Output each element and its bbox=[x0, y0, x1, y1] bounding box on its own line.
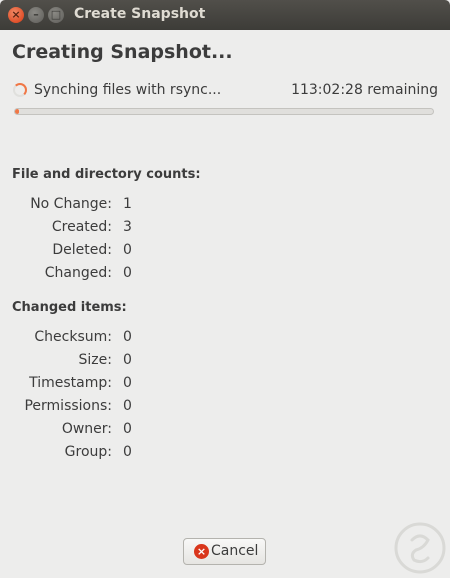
changed-row: Group: 0 bbox=[0, 444, 200, 464]
window-maximize-button[interactable]: □ bbox=[48, 7, 64, 23]
page-title: Creating Snapshot... bbox=[12, 41, 233, 63]
changed-row: Owner: 0 bbox=[0, 421, 200, 441]
changed-label: Owner: bbox=[61, 421, 112, 437]
maximize-icon: □ bbox=[50, 8, 62, 21]
window-titlebar: × – □ Create Snapshot bbox=[0, 0, 450, 30]
count-value: 3 bbox=[123, 219, 132, 235]
progress-bar-fill bbox=[15, 109, 20, 114]
time-remaining: 113:02:28 remaining bbox=[291, 82, 438, 98]
cancel-button[interactable]: × Cancel bbox=[183, 538, 266, 565]
window-title: Create Snapshot bbox=[74, 6, 206, 22]
cancel-icon: × bbox=[194, 544, 209, 559]
changed-value: 0 bbox=[123, 375, 132, 391]
cancel-button-label: Cancel bbox=[211, 543, 259, 559]
changed-row: Size: 0 bbox=[0, 352, 200, 372]
close-icon: × bbox=[11, 8, 21, 21]
watermark-logo-icon bbox=[394, 522, 446, 574]
changed-row: Permissions: 0 bbox=[0, 398, 200, 418]
minimize-icon: – bbox=[33, 8, 39, 21]
changed-value: 0 bbox=[123, 352, 132, 368]
count-value: 0 bbox=[123, 242, 132, 258]
count-label: Deleted: bbox=[52, 242, 112, 258]
count-label: Created: bbox=[51, 219, 112, 235]
count-value: 1 bbox=[123, 196, 132, 212]
count-label: Changed: bbox=[44, 265, 112, 281]
changed-value: 0 bbox=[123, 398, 132, 414]
changed-label: Timestamp: bbox=[29, 375, 112, 391]
count-row: Changed: 0 bbox=[0, 265, 200, 285]
changed-label: Checksum: bbox=[34, 329, 112, 345]
changed-value: 0 bbox=[123, 421, 132, 437]
status-message: Synching files with rsync... bbox=[34, 82, 222, 98]
window-close-button[interactable]: × bbox=[8, 7, 24, 23]
changed-row: Timestamp: 0 bbox=[0, 375, 200, 395]
changed-value: 0 bbox=[123, 444, 132, 460]
count-row: No Change: 1 bbox=[0, 196, 200, 216]
changed-row: Checksum: 0 bbox=[0, 329, 200, 349]
count-value: 0 bbox=[123, 265, 132, 281]
changed-value: 0 bbox=[123, 329, 132, 345]
changed-label: Permissions: bbox=[24, 398, 112, 414]
spinner-icon bbox=[13, 83, 27, 97]
changed-label: Size: bbox=[78, 352, 112, 368]
progress-bar bbox=[14, 108, 434, 115]
count-label: No Change: bbox=[30, 196, 112, 212]
window-minimize-button[interactable]: – bbox=[28, 7, 44, 23]
changed-label: Group: bbox=[64, 444, 112, 460]
changed-section-title: Changed items: bbox=[12, 300, 127, 315]
counts-section-title: File and directory counts: bbox=[12, 167, 201, 182]
count-row: Created: 3 bbox=[0, 219, 200, 239]
count-row: Deleted: 0 bbox=[0, 242, 200, 262]
